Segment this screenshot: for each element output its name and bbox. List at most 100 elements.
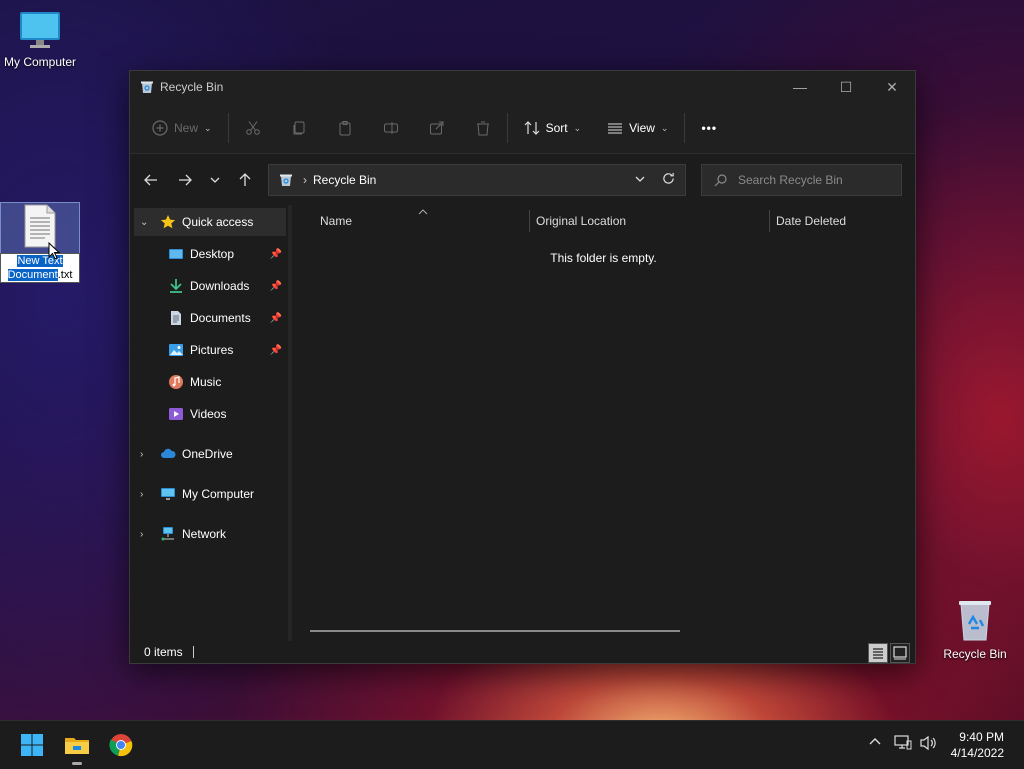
sidebar-item-label: Documents [190,311,251,325]
close-button[interactable]: ✕ [869,71,915,103]
toolbar-divider [227,113,229,143]
star-icon [160,215,176,229]
sidebar-item-label: Desktop [190,247,235,261]
desktop-icon-recycle-bin[interactable]: Recycle Bin [940,598,1010,661]
sidebar-item-label: Downloads [190,279,250,293]
breadcrumb-recycle-bin[interactable]: Recycle Bin [313,173,376,187]
sidebar-item-my-computer[interactable]: › My Computer [134,480,286,508]
more-options-button[interactable]: ••• [693,112,725,144]
chevron-down-icon[interactable]: ⌄ [140,217,148,228]
scissors-icon [245,121,260,135]
sidebar-item-onedrive[interactable]: › OneDrive [134,440,286,468]
desktop-icon-label: Recycle Bin [943,647,1007,661]
column-header-original-location[interactable]: Original Location [536,205,626,237]
sidebar-item-label: Network [182,527,227,541]
refresh-button[interactable] [662,172,675,188]
title-bar[interactable]: Recycle Bin — ☐ ✕ [130,71,915,103]
navigation-pane: ⌄ Quick access Desktop 📌 Downloads 📌 Doc… [130,205,288,641]
minimize-button[interactable]: — [777,71,823,103]
chevron-right-icon[interactable]: › [140,529,143,540]
cut-button[interactable] [237,112,269,144]
sort-icon [524,121,539,135]
large-icons-view-button[interactable] [890,643,910,663]
sidebar-item-music[interactable]: Music [134,368,286,396]
plus-circle-icon [152,120,168,136]
refresh-icon [663,172,674,184]
status-bar: 0 items [130,641,915,663]
column-header-label: Original Location [536,214,627,228]
sidebar-item-label: Music [190,375,222,389]
sort-button-label: Sort [545,121,568,135]
column-header-name[interactable]: Name [320,205,352,237]
start-button[interactable] [16,729,48,761]
column-header-date-deleted[interactable]: Date Deleted [776,205,846,237]
desktop-folder-icon [169,249,183,259]
maximize-button[interactable]: ☐ [823,71,869,103]
sidebar-item-desktop[interactable]: Desktop 📌 [134,240,286,268]
sidebar-item-network[interactable]: › Network [134,520,286,548]
desktop-icon-my-computer[interactable]: My Computer [0,10,80,69]
arrow-right-icon [179,174,192,186]
paste-button[interactable] [329,112,361,144]
taskbar-chrome[interactable] [105,729,137,761]
share-button[interactable] [421,112,453,144]
clock-date: 4/14/2022 [950,746,1004,760]
file-list: Name Original Location Date Deleted This… [292,205,915,641]
pin-icon[interactable]: 📌 [270,281,282,292]
sidebar-item-downloads[interactable]: Downloads 📌 [134,272,286,300]
network-icon [161,527,174,541]
chevron-down-icon: ⌄ [204,122,212,133]
volume-button[interactable] [920,735,938,754]
back-button[interactable] [134,166,168,194]
chevron-right-icon[interactable]: › [140,489,143,500]
column-divider[interactable] [529,210,530,232]
show-hidden-icons-button[interactable] [868,735,882,752]
up-button[interactable] [228,166,262,194]
details-view-button[interactable] [868,643,888,663]
window-title: Recycle Bin [160,80,224,94]
sidebar-item-label: Pictures [190,343,234,357]
item-count: 0 items [144,645,183,659]
column-divider[interactable] [769,210,770,232]
windows-logo-icon [21,734,43,756]
trash-icon [476,121,489,136]
sidebar-item-quick-access[interactable]: ⌄ Quick access [134,208,286,236]
forward-button[interactable] [168,166,202,194]
sidebar-item-documents[interactable]: Documents 📌 [134,304,286,332]
address-history-button[interactable] [635,173,645,187]
horizontal-scrollbar[interactable] [310,630,680,632]
new-button[interactable]: New ⌄ [144,112,220,144]
recent-locations-button[interactable] [202,166,228,194]
view-button-label: View [629,121,655,135]
rename-button[interactable] [375,112,407,144]
chevron-right-icon[interactable]: › [140,449,143,460]
cloud-icon [161,448,176,458]
file-explorer-window: Recycle Bin — ☐ ✕ New ⌄ Sort ⌄ View ⌄ ••… [129,70,916,664]
view-button[interactable]: View ⌄ [599,112,676,144]
delete-button[interactable] [467,112,499,144]
sidebar-item-pictures[interactable]: Pictures 📌 [134,336,286,364]
pin-icon[interactable]: 📌 [270,345,282,356]
pin-icon[interactable]: 📌 [270,249,282,260]
rename-field[interactable]: New Text Document.txt [0,253,80,283]
sort-ascending-icon [418,209,428,215]
arrow-up-icon [239,173,251,186]
copy-button[interactable] [283,112,315,144]
breadcrumb-separator-icon[interactable]: › [303,173,307,187]
download-arrow-icon [170,279,182,293]
search-box[interactable] [701,164,902,196]
desktop-icon-new-text-document[interactable]: New Text Document.txt [0,202,80,283]
search-input[interactable] [736,172,890,188]
folder-icon [65,738,89,754]
pin-icon[interactable]: 📌 [270,313,282,324]
search-icon [714,174,727,187]
clock[interactable]: 9:40 PM 4/14/2022 [951,729,1004,761]
sort-button[interactable]: Sort ⌄ [516,112,590,144]
taskbar-file-explorer[interactable] [61,729,93,765]
network-status-button[interactable] [894,735,912,754]
toolbar-divider [684,113,686,143]
sidebar-item-videos[interactable]: Videos [134,400,286,428]
document-icon [171,311,181,325]
network-monitor-icon [894,735,912,750]
address-bar[interactable]: › Recycle Bin [268,164,686,196]
